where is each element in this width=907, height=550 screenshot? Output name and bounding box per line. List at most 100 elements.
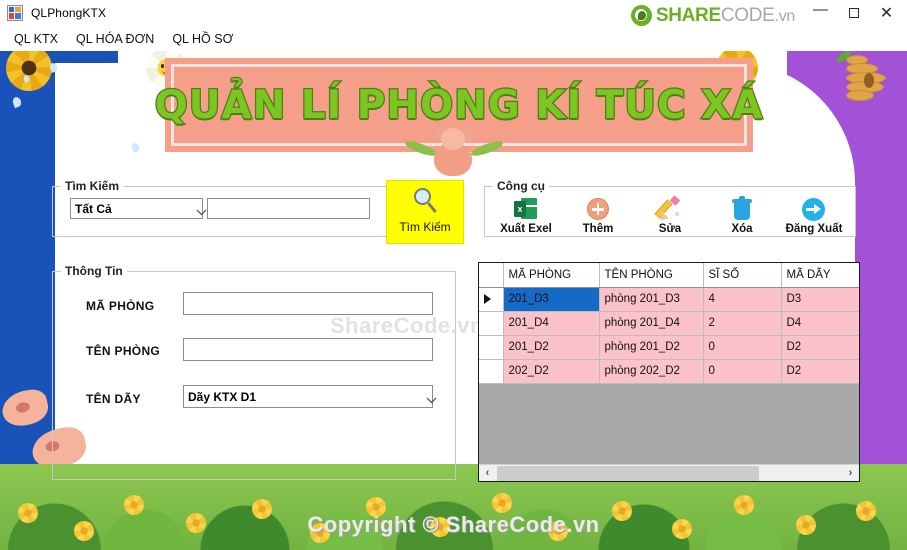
grid-empty-area xyxy=(479,383,859,468)
table-header-row: MÃ PHÒNG TÊN PHÒNG SĨ SỐ MÃ DÃY xyxy=(479,263,859,288)
yellow-bloom-icon xyxy=(430,517,450,537)
logout-button[interactable]: Đăng Xuất xyxy=(778,196,850,235)
excel-icon: x xyxy=(513,196,539,222)
tools-group-label: Công cụ xyxy=(493,179,549,193)
yellow-bloom-icon xyxy=(186,513,206,533)
scroll-right-icon[interactable]: › xyxy=(842,465,859,482)
minimize-button[interactable]: — xyxy=(804,0,837,26)
ten-day-value: Dãy KTX D1 xyxy=(188,389,257,404)
table-row[interactable]: 202_D2 phòng 202_D2 0 D2 xyxy=(479,359,859,384)
delete-button[interactable]: Xóa xyxy=(706,196,778,235)
add-button[interactable]: Thêm xyxy=(562,196,634,235)
column-header-ma-phong[interactable]: MÃ PHÒNG xyxy=(503,263,600,288)
page-title: QUẢN LÍ PHÒNG KÍ TÚC XÁ xyxy=(153,81,764,129)
export-excel-button[interactable]: x Xuất Exel xyxy=(490,196,562,235)
tools-group: Công cụ x Xuất Exel Thêm Sửa Xóa Đăng Xu… xyxy=(484,179,856,237)
cell-si-so[interactable]: 0 xyxy=(703,335,782,360)
yellow-bloom-icon xyxy=(492,493,512,513)
row-marker-cell[interactable] xyxy=(479,335,504,360)
yellow-bloom-icon xyxy=(310,523,330,543)
search-group-label: Tìm Kiếm xyxy=(61,179,124,193)
rooms-table: MÃ PHÒNG TÊN PHÒNG SĨ SỐ MÃ DÃY 201_D3 p… xyxy=(479,263,859,384)
cell-ma-day[interactable]: D4 xyxy=(781,311,859,336)
yellow-bloom-icon xyxy=(252,499,272,519)
column-header-ten-phong[interactable]: TÊN PHÒNG xyxy=(599,263,704,288)
add-label: Thêm xyxy=(582,223,614,235)
info-group: Thông Tin MÃ PHÒNG TÊN PHÒNG TÊN DÃY Dãy… xyxy=(52,264,456,480)
cell-si-so[interactable]: 4 xyxy=(703,287,782,312)
search-filter-value: Tất Cả xyxy=(75,201,112,216)
application-window: QLPhongKTX SHARECODE.vn — ✕ QL KTX QL HÓ… xyxy=(0,0,907,550)
close-button[interactable]: ✕ xyxy=(870,0,903,26)
search-input[interactable] xyxy=(207,198,370,219)
row-marker-cell[interactable] xyxy=(479,359,504,384)
yellow-bloom-icon xyxy=(856,501,876,521)
ma-phong-label: MÃ PHÒNG xyxy=(86,299,155,313)
cell-si-so[interactable]: 0 xyxy=(703,359,782,384)
column-header-si-so[interactable]: SĨ SỐ xyxy=(703,263,782,288)
ten-phong-input[interactable] xyxy=(183,338,433,361)
ten-day-select[interactable]: Dãy KTX D1 xyxy=(183,385,437,408)
row-marker-cell[interactable] xyxy=(479,311,504,336)
ma-phong-input[interactable] xyxy=(183,292,433,315)
mouse-mascot-icon xyxy=(400,128,510,180)
table-row[interactable]: 201_D2 phòng 201_D2 0 D2 xyxy=(479,335,859,360)
window-app-icon xyxy=(7,5,23,21)
rooms-data-grid[interactable]: MÃ PHÒNG TÊN PHÒNG SĨ SỐ MÃ DÃY 201_D3 p… xyxy=(478,262,860,482)
cell-ma-phong[interactable]: 201_D2 xyxy=(503,335,600,360)
cell-ma-day[interactable]: D3 xyxy=(781,287,859,312)
cell-ten-phong[interactable]: phòng 201_D2 xyxy=(599,335,704,360)
grid-horizontal-scrollbar[interactable]: ‹ › xyxy=(479,464,859,481)
cell-ten-phong[interactable]: phòng 201_D4 xyxy=(599,311,704,336)
yellow-bloom-icon xyxy=(366,497,386,517)
logout-label: Đăng Xuất xyxy=(785,223,843,235)
window-controls: — ✕ xyxy=(804,0,907,26)
table-row[interactable]: 201_D4 phòng 201_D4 2 D4 xyxy=(479,311,859,336)
delete-label: Xóa xyxy=(731,223,753,235)
plus-circle-icon xyxy=(585,196,611,222)
current-row-arrow-icon xyxy=(484,293,491,304)
maximize-button[interactable] xyxy=(837,0,870,26)
row-marker-cell[interactable] xyxy=(479,287,504,312)
tools-row: x Xuất Exel Thêm Sửa Xóa Đăng Xuất xyxy=(490,195,850,235)
search-filter-select[interactable]: Tất Cả xyxy=(70,198,207,219)
trash-icon xyxy=(729,196,755,222)
search-button[interactable]: Tìm Kiếm xyxy=(386,180,464,244)
cell-ma-phong[interactable]: 201_D4 xyxy=(503,311,600,336)
yellow-bloom-icon xyxy=(548,521,568,541)
logo-vn-text: .vn xyxy=(774,7,796,25)
export-excel-label: Xuất Exel xyxy=(500,223,552,235)
ten-phong-label: TÊN PHÒNG xyxy=(86,344,161,358)
menu-item-ql-ktx[interactable]: QL KTX xyxy=(5,29,67,49)
cell-ma-day[interactable]: D2 xyxy=(781,359,859,384)
yellow-bloom-icon xyxy=(124,495,144,515)
scroll-left-icon[interactable]: ‹ xyxy=(479,465,496,482)
menu-item-ql-ho-so[interactable]: QL HỒ SƠ xyxy=(163,29,242,49)
cell-ten-phong[interactable]: phòng 201_D3 xyxy=(599,287,704,312)
edit-button[interactable]: Sửa xyxy=(634,195,706,235)
beehive-icon xyxy=(835,51,890,105)
scrollbar-track[interactable] xyxy=(496,464,842,481)
pencil-icon xyxy=(654,195,683,224)
title-bar: QLPhongKTX SHARECODE.vn — ✕ xyxy=(0,0,907,26)
info-group-label: Thông Tin xyxy=(61,264,127,278)
window-title: QLPhongKTX xyxy=(31,6,107,20)
logo-code-text: CODE xyxy=(720,4,775,26)
yellow-bloom-icon xyxy=(74,521,94,541)
menu-item-ql-hoa-don[interactable]: QL HÓA ĐƠN xyxy=(67,29,163,49)
yellow-bloom-icon xyxy=(672,519,692,539)
column-header-ma-day[interactable]: MÃ DÃY xyxy=(781,263,859,288)
scrollbar-thumb[interactable] xyxy=(497,465,759,481)
edit-label: Sửa xyxy=(658,223,682,235)
menu-bar: QL KTX QL HÓA ĐƠN QL HỒ SƠ xyxy=(0,26,907,51)
cell-si-so[interactable]: 2 xyxy=(703,311,782,336)
table-row[interactable]: 201_D3 phòng 201_D3 4 D3 xyxy=(479,287,859,312)
yellow-bloom-icon xyxy=(796,515,816,535)
cell-ma-phong[interactable]: 201_D3 xyxy=(503,287,600,312)
search-icon xyxy=(410,187,440,217)
logo-share-text: SHARE xyxy=(655,4,721,26)
cell-ma-day[interactable]: D2 xyxy=(781,335,859,360)
sharecode-logo-icon xyxy=(630,4,652,26)
cell-ten-phong[interactable]: phòng 202_D2 xyxy=(599,359,704,384)
cell-ma-phong[interactable]: 202_D2 xyxy=(503,359,600,384)
